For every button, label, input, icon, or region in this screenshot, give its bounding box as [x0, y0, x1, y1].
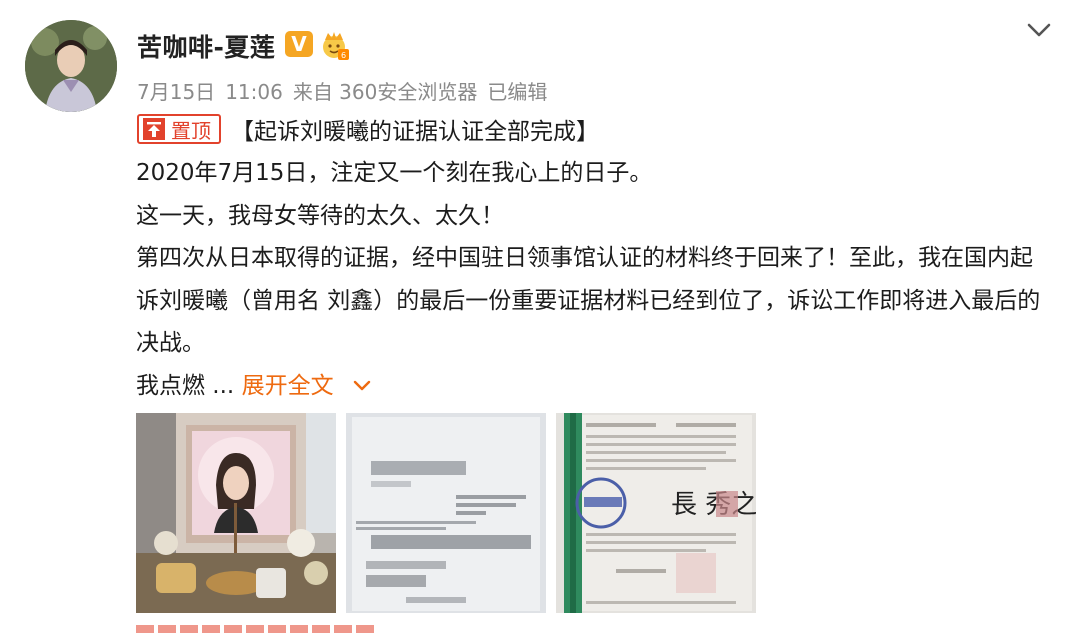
- post-paragraph: 第四次从日本取得的证据，经中国驻日领事馆认证的材料终于回来了！至此，我在国内起诉…: [136, 245, 1041, 356]
- pinned-title-row: 置顶 【起诉刘暖曦的证据认证全部完成】: [137, 113, 599, 145]
- post-title: 【起诉刘暖曦的证据认证全部完成】: [231, 119, 599, 145]
- notarized-document-thumbnail[interactable]: 長 秀之: [556, 413, 756, 613]
- edited-label[interactable]: 已编辑: [487, 80, 547, 104]
- post-time: 11:06: [225, 80, 283, 104]
- verified-badge-icon[interactable]: V: [285, 31, 313, 57]
- chevron-down-icon: [353, 365, 371, 408]
- post-date: 7月15日: [137, 80, 216, 104]
- truncated-line: 我点燃 ... 展开全文: [136, 365, 1041, 408]
- post-source: 来自 360安全浏览器: [292, 80, 478, 104]
- post-paragraph: 2020年7月15日，注定又一个刻在我心上的日子。: [136, 160, 653, 186]
- pin-label: 置顶: [171, 118, 211, 143]
- svg-text:6: 6: [341, 51, 346, 60]
- memorial-photo-thumbnail[interactable]: [136, 413, 336, 613]
- post-paragraph: 这一天，我母女等待的太久、太久！: [136, 202, 504, 229]
- chevron-down-icon[interactable]: [1025, 19, 1053, 41]
- username[interactable]: 苦咖啡-夏莲: [137, 28, 275, 64]
- expand-label: 展开全文: [241, 372, 334, 399]
- image-grid: 長 秀之: [136, 413, 756, 613]
- fan-badge-icon[interactable]: 6: [318, 29, 350, 61]
- next-line-cutoff: [136, 623, 436, 633]
- truncated-text: 我点燃 ...: [136, 372, 235, 399]
- pin-icon: [143, 118, 165, 140]
- pinned-badge: 置顶: [137, 114, 221, 144]
- post-body: 2020年7月15日，注定又一个刻在我心上的日子。 这一天，我母女等待的太久、太…: [136, 152, 1041, 407]
- expand-full-text-button[interactable]: 展开全文: [242, 373, 371, 399]
- post-meta: 7月15日 11:06 来自 360安全浏览器 已编辑: [137, 76, 557, 105]
- document-photo-thumbnail[interactable]: [346, 413, 546, 613]
- avatar[interactable]: [25, 20, 117, 112]
- signature-text: 長 秀之: [671, 490, 756, 520]
